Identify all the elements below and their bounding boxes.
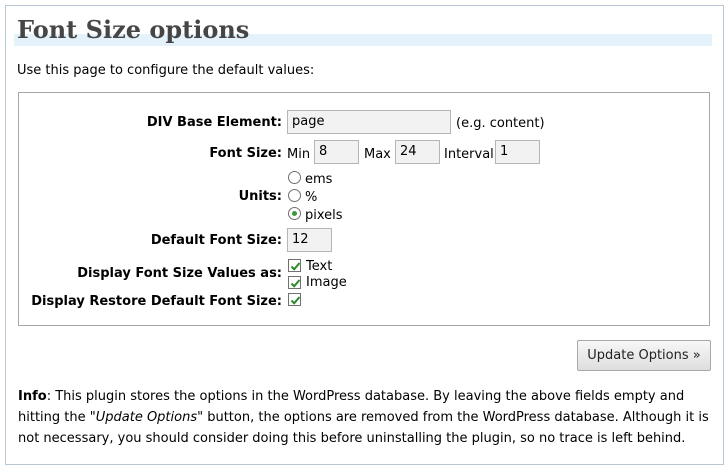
info-prefix: Info [18,389,47,404]
default-font-size-input[interactable]: 12 [287,228,332,252]
div-base-hint: (e.g. content) [456,116,545,131]
font-size-min-input[interactable]: 8 [314,140,359,164]
check-icon [290,296,301,305]
font-size-interval-input[interactable]: 1 [495,140,540,164]
div-base-input[interactable]: page [287,110,451,134]
info-emphasis: Update Options [95,410,198,425]
display-restore-checkbox[interactable] [288,293,301,306]
display-text-checkbox[interactable] [288,259,301,272]
display-values-label: Display Font Size Values as: [77,266,282,281]
display-image-option: Image [306,275,347,290]
units-option-pixels: pixels [305,208,343,223]
div-base-label: DIV Base Element: [146,115,282,130]
units-option-ems: ems [305,172,333,187]
display-image-checkbox[interactable] [288,276,301,289]
units-radio-pixels[interactable] [288,207,301,220]
font-size-max-input[interactable]: 24 [395,140,440,164]
display-text-option: Text [306,259,333,274]
update-options-button[interactable]: Update Options » [577,340,711,371]
intro-text: Use this page to configure the default v… [17,63,315,78]
font-size-interval-label: Interval [444,147,494,162]
check-icon [290,279,301,288]
units-option-percent: % [305,190,318,205]
units-radio-ems[interactable] [288,171,301,184]
font-size-min-label: Min [287,147,311,162]
check-icon [290,262,301,271]
units-radio-percent[interactable] [288,189,301,202]
font-size-max-label: Max [364,147,391,162]
info-paragraph: Info: This plugin stores the options in … [18,386,718,449]
page-title: Font Size options [17,15,250,44]
display-restore-label: Display Restore Default Font Size: [31,294,282,309]
units-label: Units: [238,189,282,204]
default-font-size-label: Default Font Size: [150,233,282,248]
font-size-label: Font Size: [209,146,282,161]
